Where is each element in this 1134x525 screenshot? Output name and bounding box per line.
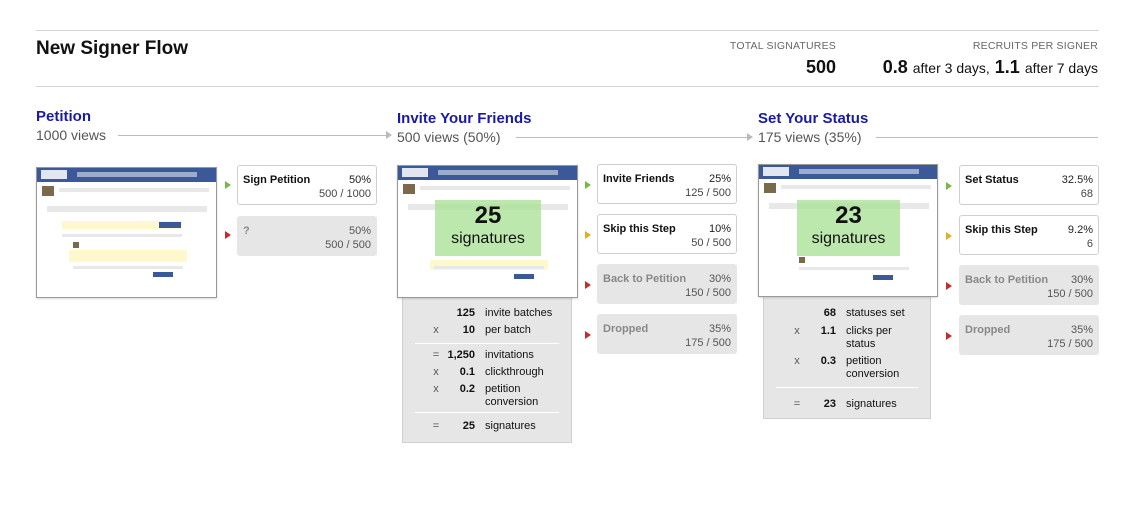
option-back-to-petition[interactable]: Back to Petition 30% 150 / 500 — [597, 264, 737, 304]
green-arrow-icon — [946, 182, 952, 190]
option-invite-friends[interactable]: Invite Friends 25% 125 / 500 — [597, 164, 737, 204]
yellow-arrow-icon — [585, 231, 591, 239]
option-dropped[interactable]: Dropped 35% 175 / 500 — [597, 314, 737, 354]
top-rule — [36, 30, 1099, 31]
option-unknown[interactable]: ? 50% 500 / 500 — [237, 216, 377, 256]
option-skip-invite[interactable]: Skip this Step 10% 50 / 500 — [597, 214, 737, 254]
section-views-status: 175 views (35%) — [758, 129, 862, 145]
red-arrow-icon — [946, 332, 952, 340]
red-arrow-icon — [585, 281, 591, 289]
flow-arrow-icon — [386, 131, 392, 139]
section-views-invite: 500 views (50%) — [397, 129, 501, 145]
petition-page-screenshot — [36, 167, 217, 298]
status-signatures-overlay: 23 signatures — [797, 200, 900, 256]
recruits-3d-text: after 3 days, — [912, 60, 990, 76]
invite-signatures-overlay: 25 signatures — [435, 200, 541, 256]
flow-line — [876, 137, 1098, 138]
recruits-7d-value: 1.1 — [994, 57, 1020, 77]
section-views-petition: 1000 views — [36, 127, 107, 143]
option-skip-status[interactable]: Skip this Step 9.2% 6 — [959, 215, 1099, 255]
recruits-per-signer-value: 0.8 after 3 days, 1.1 after 7 days — [883, 57, 1098, 78]
option-dropped[interactable]: Dropped 35% 175 / 500 — [959, 315, 1099, 355]
total-signatures-value: 500 — [805, 57, 836, 77]
header-rule — [36, 86, 1099, 87]
flow-arrow-icon — [747, 133, 753, 141]
section-title-petition: Petition — [36, 108, 91, 125]
red-arrow-icon — [225, 231, 231, 239]
recruits-7d-text: after 7 days — [1024, 60, 1098, 76]
option-sign-petition[interactable]: Sign Petition 50% 500 / 1000 — [237, 165, 377, 205]
page-title: New Signer Flow — [36, 38, 189, 59]
green-arrow-icon — [225, 181, 231, 189]
red-arrow-icon — [585, 331, 591, 339]
section-title-invite: Invite Your Friends — [397, 110, 532, 127]
green-arrow-icon — [585, 181, 591, 189]
recruits-3d-value: 0.8 — [882, 57, 908, 77]
section-title-status: Set Your Status — [758, 110, 869, 127]
yellow-arrow-icon — [946, 232, 952, 240]
flow-line — [118, 135, 386, 136]
status-calculation-panel: 68 statuses set x 1.1 clicks per status … — [763, 296, 931, 419]
flow-line — [516, 137, 747, 138]
invite-calculation-panel: 125 invite batches x 10 per batch = 1,25… — [402, 296, 572, 443]
option-back-to-petition[interactable]: Back to Petition 30% 150 / 500 — [959, 265, 1099, 305]
total-signatures-label: TOTAL SIGNATURES — [729, 40, 836, 52]
option-set-status[interactable]: Set Status 32.5% 68 — [959, 165, 1099, 205]
recruits-per-signer-label: RECRUITS PER SIGNER — [972, 40, 1098, 52]
red-arrow-icon — [946, 282, 952, 290]
